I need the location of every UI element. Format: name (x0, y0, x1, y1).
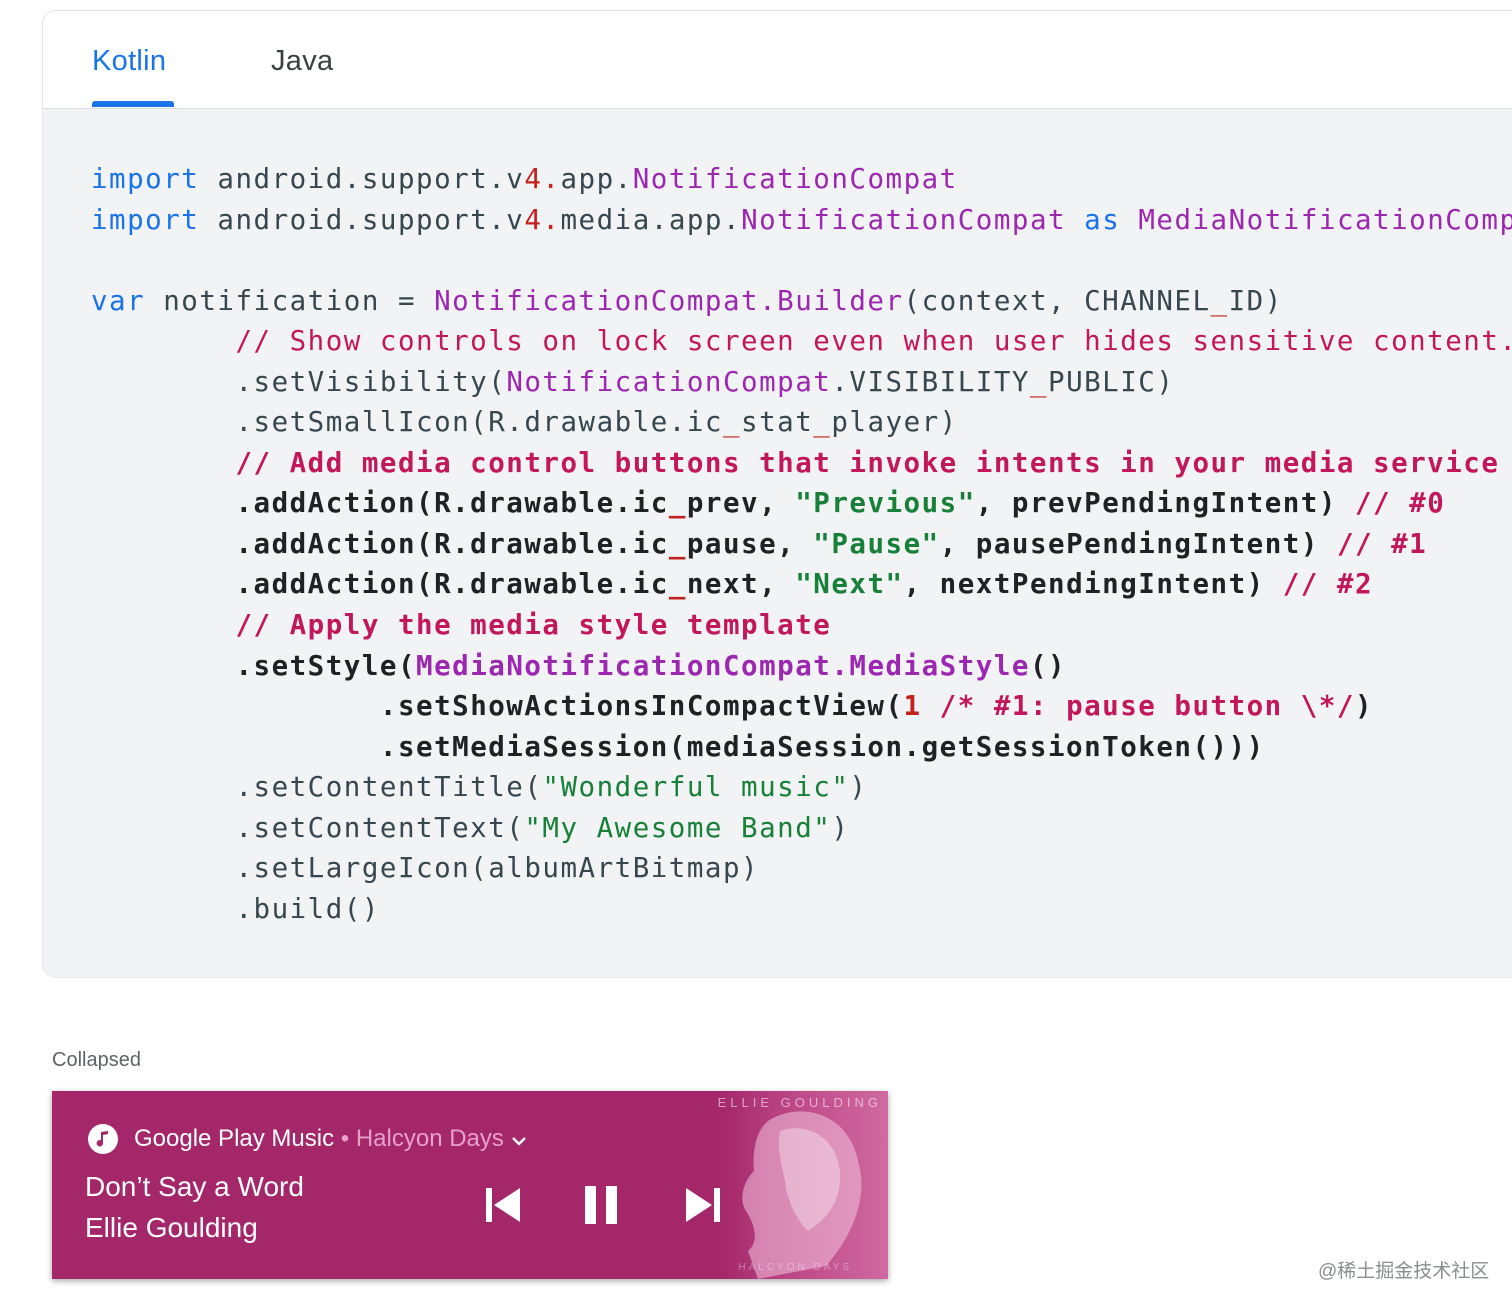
code-keyword: as (1084, 203, 1121, 236)
song-title: Don’t Say a Word (85, 1171, 304, 1202)
active-tab-indicator (92, 101, 174, 107)
language-tab-bar: Kotlin Java (43, 11, 1512, 109)
code-block: import android.support.v4.app.Notificati… (91, 159, 1512, 929)
skip-next-icon[interactable] (684, 1185, 724, 1225)
tab-java[interactable]: Java (271, 45, 333, 78)
code-keyword: import (91, 203, 200, 236)
code-comment: // Apply the media style template (235, 609, 832, 642)
media-notification[interactable]: ELLIE GOULDING HALCYON DAYS Google Play … (52, 1091, 888, 1279)
collapsed-caption: Collapsed (52, 1049, 141, 1071)
code-comment: // Show controls on lock screen even whe… (235, 325, 1512, 358)
music-note-icon (88, 1124, 118, 1154)
skip-previous-icon[interactable] (484, 1185, 524, 1225)
code-sample-card: Kotlin Java import android.support.v4.ap… (42, 10, 1512, 978)
album-name: Halcyon Days (355, 1125, 504, 1152)
notification-header[interactable]: Google Play Music • Halcyon Days (134, 1125, 527, 1154)
chevron-down-icon[interactable] (511, 1126, 527, 1154)
artist-name: Ellie Goulding (85, 1212, 258, 1243)
watermark: @稀土掘金技术社区 (1318, 1261, 1490, 1282)
tab-kotlin[interactable]: Kotlin (92, 45, 166, 78)
header-separator: • (340, 1125, 350, 1152)
code-keyword: import (91, 163, 200, 195)
code-comment: // Add media control buttons that invoke… (235, 446, 1500, 479)
code-string: "Previous" (795, 487, 976, 520)
code-string: "Next" (795, 568, 904, 601)
album-art-album-text: HALCYON DAYS (738, 1262, 852, 1273)
album-art-artist-text: ELLIE GOULDING (717, 1095, 882, 1110)
code-string: "My Awesome Band" (524, 811, 832, 844)
code-keyword: var (91, 284, 146, 317)
code-string: "Pause" (813, 527, 940, 560)
app-name: Google Play Music (134, 1125, 335, 1152)
code-string: "Wonderful music" (542, 771, 850, 804)
pause-icon[interactable] (582, 1185, 622, 1225)
code-comment: /* #1: pause button \*/ (939, 690, 1355, 723)
